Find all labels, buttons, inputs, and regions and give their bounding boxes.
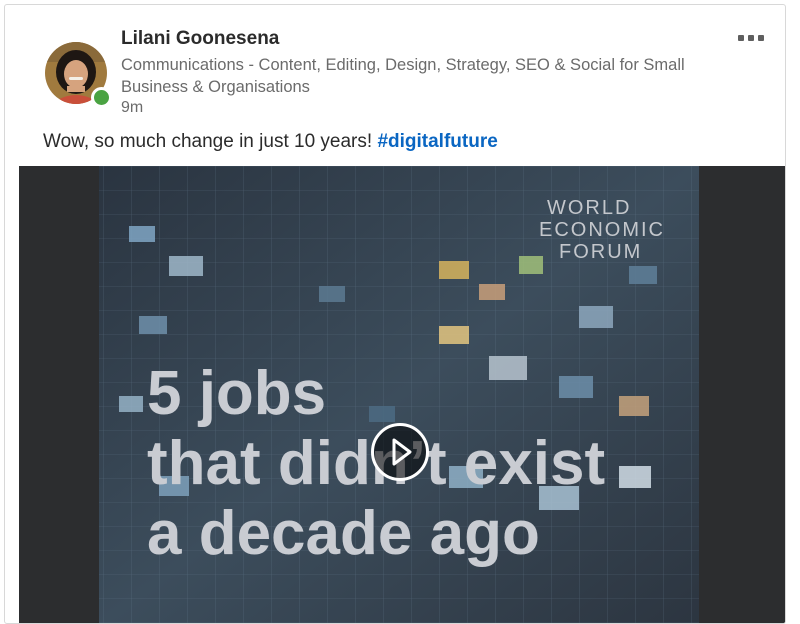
post-text: Wow, so much change in just 10 years! #d… <box>43 131 498 153</box>
video-headline-line-3: a decade ago <box>147 499 540 568</box>
svg-text:ECONOMIC: ECONOMIC <box>539 219 665 241</box>
svg-text:FORUM: FORUM <box>559 241 642 263</box>
hashtag-link[interactable]: #digitalfuture <box>377 131 497 152</box>
video-player[interactable]: WORLD ECONOMIC FORUM 5 jobs that didn’t … <box>19 166 785 623</box>
play-icon <box>392 438 412 466</box>
author-name[interactable]: Lilani Goonesena <box>121 28 279 50</box>
more-options-button[interactable] <box>731 29 771 49</box>
feed-post-card: Lilani Goonesena Communications - Conten… <box>4 4 786 624</box>
video-headline-line-1: 5 jobs <box>147 359 326 428</box>
author-headline: Communications - Content, Editing, Desig… <box>121 56 685 96</box>
post-timestamp: 9m <box>121 99 144 116</box>
svg-text:WORLD: WORLD <box>547 197 631 219</box>
play-button[interactable] <box>371 423 429 481</box>
online-status-indicator <box>91 87 112 108</box>
video-thumbnail: WORLD ECONOMIC FORUM 5 jobs that didn’t … <box>19 166 785 623</box>
post-text-body: Wow, so much change in just 10 years! <box>43 131 378 152</box>
